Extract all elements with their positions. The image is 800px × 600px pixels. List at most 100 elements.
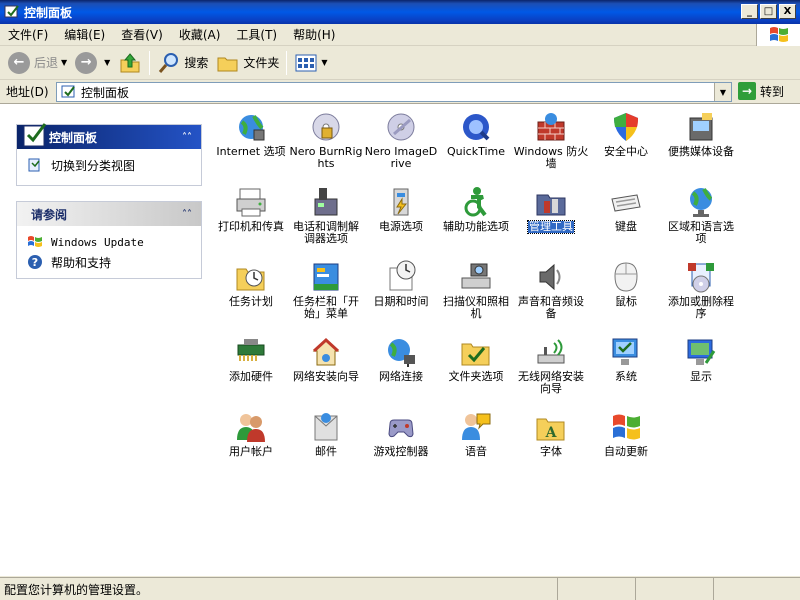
control-panel-item-label: 便携媒体设备 bbox=[668, 145, 734, 158]
control-panel-item[interactable]: 电源选项 bbox=[363, 185, 439, 233]
control-panel-item[interactable]: Nero ImageDrive bbox=[363, 110, 439, 170]
control-panel-item[interactable]: 邮件 bbox=[288, 410, 364, 458]
control-panel-item-label: QuickTime bbox=[446, 145, 506, 158]
control-panel-item[interactable]: Windows 防火墙 bbox=[513, 110, 589, 170]
control-panel-item[interactable]: 网络安装向导 bbox=[288, 335, 364, 383]
menu-bar: 文件(F) 编辑(E) 查看(V) 收藏(A) 工具(T) 帮助(H) bbox=[0, 24, 800, 46]
forward-button[interactable]: → ▼ bbox=[71, 49, 114, 77]
control-panel-item[interactable]: 声音和音频设备 bbox=[513, 260, 589, 320]
svg-text:?: ? bbox=[32, 256, 38, 269]
add-remove-programs-icon bbox=[688, 263, 714, 293]
control-panel-item[interactable]: 安全中心 bbox=[588, 110, 664, 158]
switch-category-view-link[interactable]: 切换到分类视图 bbox=[27, 155, 191, 175]
control-panel-item[interactable]: 管理工具 bbox=[513, 185, 589, 234]
control-panel-item[interactable]: 打印机和传真 bbox=[213, 185, 289, 233]
pane-header[interactable]: 请参阅 ˄˄ bbox=[17, 202, 201, 226]
maximize-button[interactable]: □ bbox=[760, 4, 777, 19]
control-panel-item[interactable]: 电话和调制解调器选项 bbox=[288, 185, 364, 245]
folders-button[interactable]: 文件夹 bbox=[212, 49, 283, 77]
control-panel-item[interactable]: 任务计划 bbox=[213, 260, 289, 308]
menu-tools[interactable]: 工具(T) bbox=[228, 25, 285, 45]
menu-edit[interactable]: 编辑(E) bbox=[56, 25, 113, 45]
control-panel-item[interactable]: 鼠标 bbox=[588, 260, 664, 308]
control-panel-item-label: 管理工具 bbox=[527, 220, 575, 234]
toolbar-separator bbox=[149, 50, 151, 75]
back-button[interactable]: ← 后退 ▼ bbox=[4, 49, 71, 77]
control-panel-item-label: 用户帐户 bbox=[229, 445, 273, 458]
control-panel-item[interactable]: 游戏控制器 bbox=[363, 410, 439, 458]
control-panel-item[interactable]: 用户帐户 bbox=[213, 410, 289, 458]
go-button[interactable]: → 转到 bbox=[738, 82, 784, 100]
control-panel-item[interactable]: 添加硬件 bbox=[213, 335, 289, 383]
windows-update-link[interactable]: Windows Update bbox=[27, 232, 191, 252]
control-panel-item[interactable]: 显示 bbox=[663, 335, 739, 383]
control-panel-item[interactable]: 区域和语言选项 bbox=[663, 185, 739, 245]
portable-device-icon bbox=[689, 113, 713, 141]
control-panel-item-label: 语音 bbox=[465, 445, 487, 458]
title-bar[interactable]: 控制面板 _ □ X bbox=[0, 0, 800, 24]
chevron-down-icon[interactable]: ▼ bbox=[104, 58, 110, 67]
menu-view[interactable]: 查看(V) bbox=[113, 25, 171, 45]
control-panel-item[interactable]: 无线网络安装向导 bbox=[513, 335, 589, 395]
collapse-chevron-up-icon[interactable]: ˄˄ bbox=[179, 206, 195, 222]
views-button[interactable]: ▼ bbox=[290, 49, 331, 77]
control-panel-item[interactable]: 自动更新 bbox=[588, 410, 664, 458]
help-support-link[interactable]: ? 帮助和支持 bbox=[27, 252, 191, 272]
control-panel-item[interactable]: 系统 bbox=[588, 335, 664, 383]
control-panel-icon bbox=[4, 5, 19, 18]
up-folder-button[interactable] bbox=[114, 49, 146, 77]
speech-icon bbox=[462, 413, 491, 440]
chevron-down-icon[interactable]: ▼ bbox=[321, 58, 327, 67]
control-panel-item-label: 辅助功能选项 bbox=[443, 220, 509, 233]
toolbar-separator bbox=[286, 50, 288, 75]
menu-favorites[interactable]: 收藏(A) bbox=[171, 25, 229, 45]
forward-arrow-icon: → bbox=[75, 51, 98, 74]
status-cell bbox=[558, 578, 636, 600]
search-button[interactable]: 搜索 bbox=[153, 49, 212, 77]
chevron-down-icon[interactable]: ▼ bbox=[61, 58, 67, 67]
control-panel-item-label: 区域和语言选项 bbox=[668, 220, 734, 245]
control-panel-item[interactable]: 任务栏和「开始」菜单 bbox=[288, 260, 364, 320]
control-panel-item-label: 网络连接 bbox=[379, 370, 423, 383]
control-panel-item[interactable]: 扫描仪和照相机 bbox=[438, 260, 514, 320]
power-icon bbox=[393, 188, 409, 216]
pane-header[interactable]: 控制面板 ˄˄ bbox=[17, 123, 201, 149]
control-panel-item[interactable]: 日期和时间 bbox=[363, 260, 439, 308]
menu-file[interactable]: 文件(F) bbox=[0, 25, 56, 45]
user-accounts-icon bbox=[237, 414, 265, 442]
control-panel-item[interactable]: A 字体 bbox=[513, 410, 589, 458]
control-panel-item-label: 显示 bbox=[690, 370, 712, 383]
control-panel-item[interactable]: 键盘 bbox=[588, 185, 664, 233]
control-panel-item[interactable]: 辅助功能选项 bbox=[438, 185, 514, 233]
control-panel-item[interactable]: 语音 bbox=[438, 410, 514, 458]
minimize-button[interactable]: _ bbox=[741, 4, 758, 19]
control-panel-item[interactable]: 添加或删除程序 bbox=[663, 260, 739, 320]
pane-title: 控制面板 bbox=[49, 130, 98, 145]
control-panel-item-label: Nero BurnRights bbox=[289, 145, 363, 170]
close-button[interactable]: X bbox=[779, 4, 796, 19]
control-panel-item[interactable]: QuickTime bbox=[438, 110, 514, 158]
menu-help[interactable]: 帮助(H) bbox=[285, 25, 343, 45]
scanner-camera-icon bbox=[461, 263, 491, 289]
control-panel-item-label: 文件夹选项 bbox=[448, 370, 504, 383]
control-panel-item[interactable]: 便携媒体设备 bbox=[663, 110, 739, 158]
collapse-chevron-up-icon[interactable]: ˄˄ bbox=[179, 129, 195, 145]
wireless-wizard-icon bbox=[537, 339, 565, 364]
control-panel-item-label: Internet 选项 bbox=[216, 145, 286, 158]
control-panel-item[interactable]: Internet 选项 bbox=[213, 110, 289, 158]
control-panel-item[interactable]: 网络连接 bbox=[363, 335, 439, 383]
control-panel-item[interactable]: 文件夹选项 bbox=[438, 335, 514, 383]
control-panel-item-label: 字体 bbox=[540, 445, 562, 458]
window-title: 控制面板 bbox=[24, 5, 73, 20]
control-panel-item-label: 鼠标 bbox=[615, 295, 637, 308]
shield-icon bbox=[614, 113, 638, 141]
switch-view-label: 切换到分类视图 bbox=[51, 158, 136, 173]
help-support-label: 帮助和支持 bbox=[51, 255, 112, 270]
back-label: 后退 bbox=[34, 56, 59, 70]
address-input[interactable]: 控制面板 ▼ bbox=[56, 82, 732, 102]
fonts-icon: A bbox=[536, 418, 565, 441]
control-panel-item[interactable]: Nero BurnRights bbox=[288, 110, 364, 170]
address-dropdown-chevron-down-icon[interactable]: ▼ bbox=[714, 83, 731, 101]
go-arrow-icon: → bbox=[738, 82, 756, 100]
pane-title: 请参阅 bbox=[31, 207, 68, 222]
